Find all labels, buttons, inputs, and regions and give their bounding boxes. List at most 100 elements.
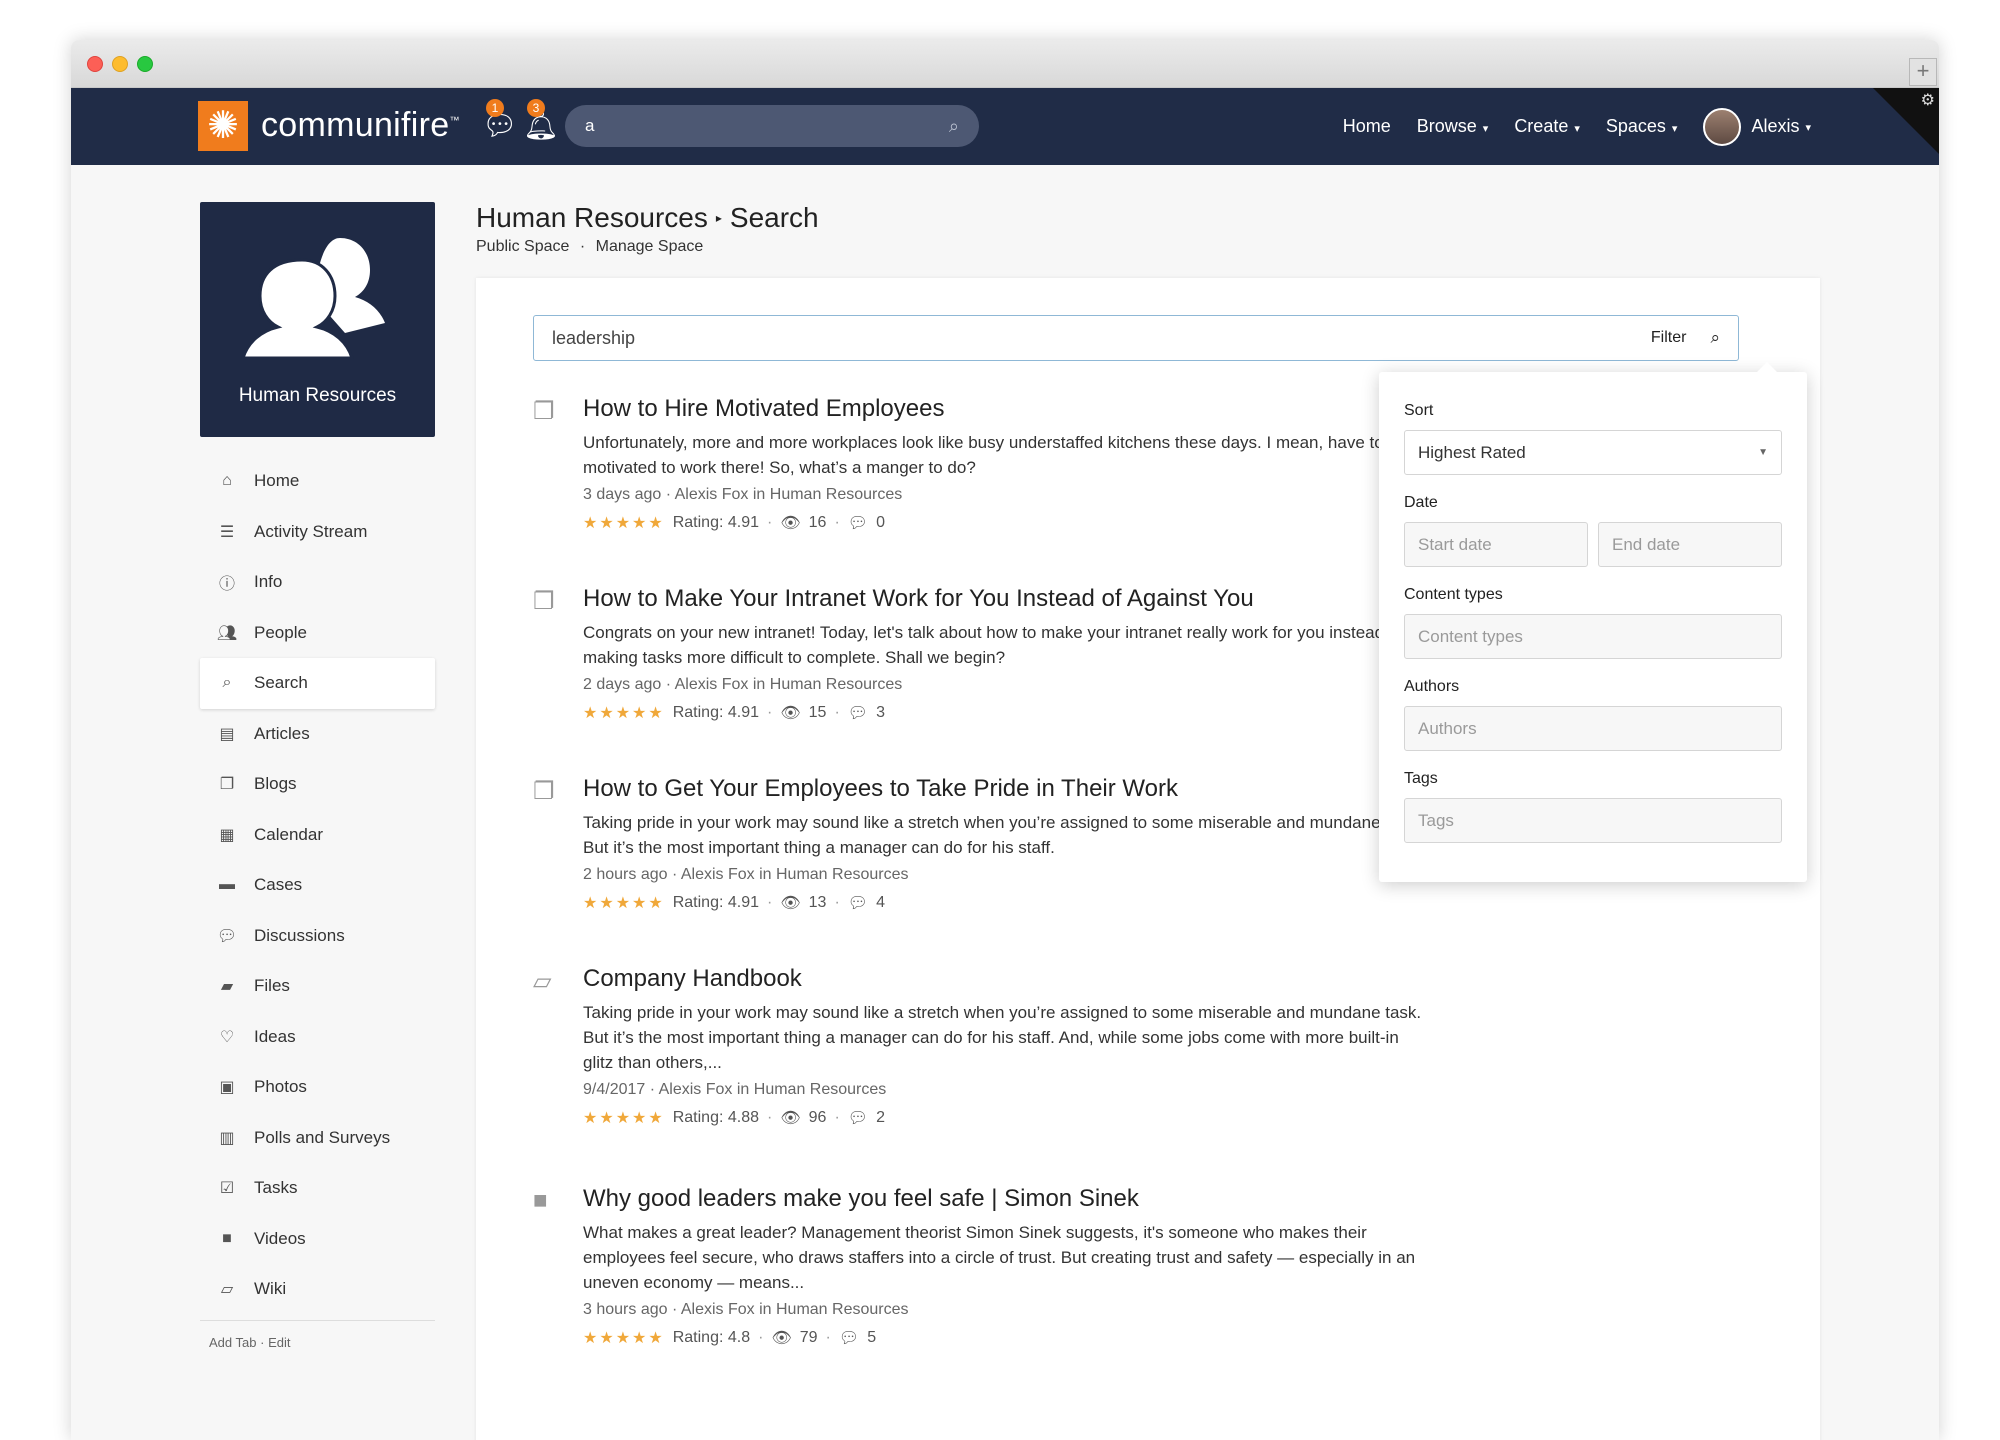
logo[interactable]: communifire™ [261,106,460,145]
sort-select[interactable]: Highest Rated ▼ [1404,430,1782,475]
search-input[interactable]: leadership Filter ⌕ [533,315,1739,361]
logo-trademark: ™ [449,115,460,127]
start-date-field[interactable]: Start date [1404,522,1588,567]
sidebar-item-home[interactable]: ⌂ Home [200,456,435,507]
result-stats: ★★★★★ Rating: 4.91 · 👁︎ 16 · 💬︎ 0 [583,514,885,532]
maximize-window-button[interactable] [137,56,153,72]
sidebar-item-polls-and-surveys[interactable]: ▥ Polls and Surveys [200,1113,435,1164]
sidebar-item-activity-stream[interactable]: ☰ Activity Stream [200,507,435,558]
nav-home[interactable]: Home [1343,116,1391,137]
authors-field[interactable]: Authors [1404,706,1782,751]
rating-stars-icon: ★★★★★ [583,1110,665,1127]
browser-window: + ✺ communifire™ 💬︎ 1 🔔︎ 3 a ⌕ Home Brow… [71,40,1939,1440]
blog-post-icon: ❐ [533,588,555,615]
sidebar-item-blogs[interactable]: ❐ Blogs [200,759,435,810]
result-title[interactable]: How to Hire Motivated Employees [583,395,1433,423]
sort-value: Highest Rated [1418,442,1526,462]
sidebar-item-label: Articles [254,723,310,743]
content-types-field[interactable]: Content types [1404,614,1782,659]
caret-down-icon: ▾ [1671,123,1678,135]
minimize-window-button[interactable] [112,56,128,72]
result-description: What makes a great leader? Management th… [583,1223,1416,1292]
result-meta: 2 days ago · Alexis Fox in Human Resourc… [583,676,903,693]
nav-home-label: Home [1342,116,1391,136]
search-query: leadership [552,327,636,348]
search-icon: ⌕ [222,674,232,692]
add-tab-link[interactable]: Add Tab [209,1335,256,1350]
page-title: Human Resources ▸ Search [476,202,819,234]
search-icon[interactable]: ⌕ [1710,328,1720,348]
tags-field[interactable]: Tags [1404,798,1782,843]
end-date-placeholder: End date [1612,534,1681,554]
nav-browse[interactable]: Browse ▾ [1417,116,1489,137]
comment-icon: 💬︎ [847,705,869,722]
sidebar-item-calendar[interactable]: ▦ Calendar [200,810,435,861]
book-icon: ▱ [533,968,552,995]
chart-icon: ▥ [219,1129,235,1147]
breadcrumb-space[interactable]: Human Resources [476,202,708,234]
search-result: ❐ How to Get Your Employees to Take Prid… [533,775,1433,935]
search-icon[interactable]: ⌕ [949,116,959,137]
sidebar-item-people[interactable]: 👥︎ People [200,608,435,659]
rating-text: Rating: 4.91 [672,514,759,531]
comments-count: 0 [876,514,885,531]
footer-separator: · [260,1335,265,1350]
sidebar-item-files[interactable]: ▰ Files [200,961,435,1012]
filter-button[interactable]: Filter [1651,329,1687,347]
lightbulb-icon: ♡ [219,1028,235,1046]
sidebar-item-label: Photos [254,1077,307,1097]
space-card[interactable]: Human Resources [200,202,435,437]
blog-post-icon: ❐ [533,398,555,425]
nav-create[interactable]: Create ▾ [1514,116,1580,137]
sidebar-item-tasks[interactable]: ☑ Tasks [200,1163,435,1214]
sidebar-item-info[interactable]: ⓘ Info [200,557,435,608]
messages-button[interactable]: 💬︎ 1 [482,99,518,140]
sidebar-item-search[interactable]: ⌕ Search [200,658,435,709]
new-tab-button[interactable]: + [1909,58,1937,86]
calendar-icon: ▦ [219,826,235,844]
global-search-input[interactable]: a ⌕ [565,105,979,147]
rating-stars-icon: ★★★★★ [583,705,665,722]
views-count: 15 [808,704,827,721]
rating-text: Rating: 4.91 [672,704,759,721]
book-icon: ▱ [220,1281,234,1299]
end-date-field[interactable]: End date [1598,522,1782,567]
date-label: Date [1404,494,1438,511]
sidebar-item-photos[interactable]: ▣ Photos [200,1062,435,1113]
sidebar-item-wiki[interactable]: ▱ Wiki [200,1264,435,1315]
sidebar-item-cases[interactable]: ▬ Cases [200,860,435,911]
nav-spaces[interactable]: Spaces ▾ [1606,116,1678,137]
sidebar-item-articles[interactable]: ▤ Articles [200,709,435,760]
rating-text: Rating: 4.91 [672,894,759,911]
sidebar-item-ideas[interactable]: ♡ Ideas [200,1012,435,1063]
logo-icon[interactable]: ✺ [198,101,248,151]
gear-icon[interactable]: ⚙ [1921,90,1935,110]
close-window-button[interactable] [87,56,103,72]
checkbox-icon: ☑ [219,1180,235,1198]
result-title[interactable]: Why good leaders make you feel safe | Si… [583,1185,1433,1213]
breadcrumb-caret-icon: ▸ [715,211,722,225]
comments-count: 5 [867,1329,877,1346]
sidebar-item-discussions[interactable]: 💬︎ Discussions [200,911,435,962]
sidebar-item-label: Blogs [254,774,297,794]
result-stats: ★★★★★ Rating: 4.91 · 👁︎ 15 · 💬︎ 3 [583,704,885,722]
result-title[interactable]: Company Handbook [583,965,1433,993]
search-result: ❐ How to Hire Motivated Employees Unfort… [533,395,1433,555]
eye-icon: 👁︎ [780,895,801,912]
sidebar-item-label: Discussions [254,925,345,945]
caret-down-icon: ▾ [1482,123,1489,135]
authors-placeholder: Authors [1418,718,1477,738]
edit-link[interactable]: Edit [268,1335,290,1350]
comment-icon: 💬︎ [847,515,869,532]
title-bar: + [71,40,1939,88]
user-menu[interactable]: Alexis ▾ [1703,107,1811,146]
user-name: Alexis [1751,115,1800,136]
sort-label: Sort [1404,402,1434,419]
list-icon: ☰ [219,523,235,541]
manage-space-link[interactable]: Manage Space [596,238,704,255]
sidebar-item-videos[interactable]: ■ Videos [200,1214,435,1265]
main-menu: Home Browse ▾ Create ▾ Spaces ▾ Alexis ▾ [1343,88,1811,165]
result-title[interactable]: How to Make Your Intranet Work for You I… [583,585,1433,613]
notifications-button[interactable]: 🔔︎ 3 [523,99,559,140]
result-title[interactable]: How to Get Your Employees to Take Pride … [583,775,1433,803]
